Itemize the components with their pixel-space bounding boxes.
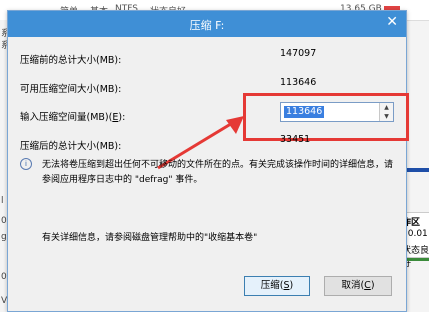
close-icon[interactable]: ✕ <box>386 14 398 30</box>
bg-left-text: l <box>1 196 4 206</box>
available-space-label: 可用压缩空间大小(MB): <box>20 84 122 95</box>
cancel-button-suffix: ) <box>370 280 375 291</box>
help-text: 有关详细信息，请参阅磁盘管理帮助中的"收缩基本卷" <box>42 233 258 243</box>
shrink-amount-label-prefix: 输入压缩空间量(MB)( <box>20 112 113 123</box>
shrink-button[interactable]: 压缩(S) <box>244 276 310 296</box>
info-icon: i <box>20 158 32 170</box>
bg-left-text: 0 <box>1 216 7 226</box>
cancel-button[interactable]: 取消(C) <box>324 276 392 296</box>
shrink-amount-label: 输入压缩空间量(MB)(E): <box>20 109 125 123</box>
shrink-dialog: 压缩 F: ✕ 压缩前的总计大小(MB): 147097 可用压缩空间大小(MB… <box>7 10 409 312</box>
shrink-amount-label-suffix: ): <box>118 112 126 123</box>
size-after-value: 33451 <box>280 134 311 145</box>
bg-left-text: 0 <box>1 272 7 282</box>
info-text: 无法将卷压缩到超出任何不可移动的文件所在的点。有关完成该操作时间的详细信息，请参… <box>42 160 394 185</box>
dialog-titlebar: 压缩 F: ✕ <box>8 11 406 37</box>
size-before-label: 压缩前的总计大小(MB): <box>20 55 122 66</box>
highlight-box <box>243 93 409 141</box>
shrink-button-suffix: ) <box>289 280 294 291</box>
dialog-title: 压缩 F: <box>189 19 225 32</box>
cancel-button-key: C <box>364 280 371 291</box>
shrink-button-label: 压缩( <box>260 280 284 291</box>
bg-left-text: g <box>1 232 7 242</box>
available-space-value: 113646 <box>280 77 317 88</box>
bg-status-bar <box>406 258 429 261</box>
size-before-value: 147097 <box>280 48 317 59</box>
size-after-label: 压缩后的总计大小(MB): <box>20 141 122 152</box>
cancel-button-label: 取消( <box>341 280 365 291</box>
